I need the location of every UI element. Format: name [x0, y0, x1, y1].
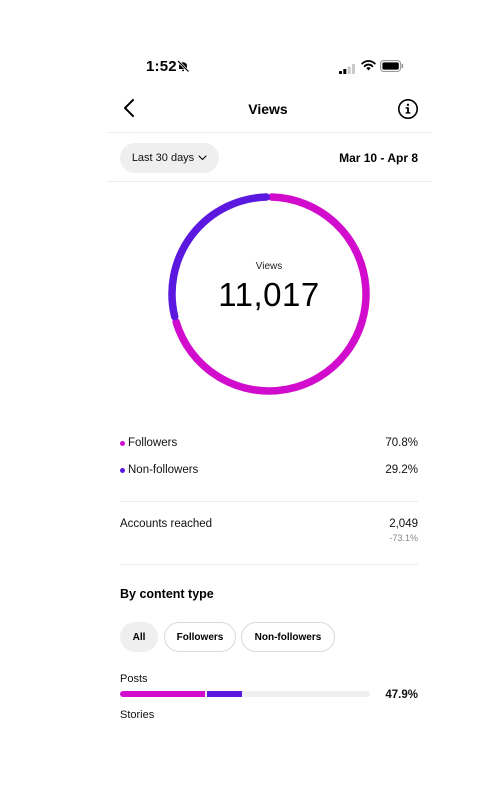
- legend-label-non-followers: Non-followers: [128, 464, 199, 476]
- followers-dot-icon: [120, 440, 125, 446]
- section-title-content-type: By content type: [120, 587, 214, 601]
- accounts-divider: [120, 564, 418, 565]
- filter-chip-all[interactable]: All: [120, 622, 158, 652]
- chevron-down-icon: [198, 152, 207, 164]
- content-type-value-posts: 47.9%: [385, 689, 418, 701]
- legend-divider: [120, 501, 418, 502]
- content-type-label-stories: Stories: [120, 709, 155, 721]
- date-range-text: Mar 10 - Apr 8: [339, 151, 418, 165]
- legend-label-followers: Followers: [128, 437, 178, 449]
- legend-row-non-followers: Non-followers: [120, 464, 198, 476]
- non-followers-dot-icon: [120, 467, 125, 473]
- posts-bar: [120, 691, 370, 697]
- wifi-icon: [361, 58, 376, 76]
- filter-chip-followers[interactable]: Followers: [164, 622, 236, 652]
- battery-icon: [380, 59, 404, 77]
- cellular-signal-icon: [339, 61, 355, 79]
- donut-center-value: 11,017: [218, 276, 320, 313]
- date-range-dropdown-label: Last 30 days: [131, 152, 195, 164]
- posts-bar-non-followers-segment: [207, 691, 242, 697]
- status-time: 1:52: [146, 58, 177, 75]
- donut-center-label: Views: [255, 261, 283, 272]
- legend-row-followers: Followers: [120, 437, 177, 449]
- info-button[interactable]: [397, 98, 419, 125]
- range-divider: [107, 181, 432, 182]
- filter-chip-non-followers[interactable]: Non-followers: [241, 622, 335, 652]
- legend-value-non-followers: 29.2%: [385, 464, 418, 476]
- content-type-label-posts: Posts: [120, 673, 148, 685]
- accounts-reached-change: -73.1%: [389, 533, 418, 543]
- date-range-dropdown[interactable]: Last 30 days: [120, 143, 219, 173]
- posts-bar-followers-segment: [120, 691, 205, 697]
- accounts-reached-label: Accounts reached: [120, 518, 213, 530]
- legend-value-followers: 70.8%: [385, 437, 418, 449]
- page-title: Views: [248, 101, 288, 117]
- info-icon: [398, 99, 418, 119]
- accounts-reached-value: 2,049: [389, 518, 418, 530]
- header-divider: [107, 132, 432, 133]
- bell-slash-icon: [176, 59, 190, 78]
